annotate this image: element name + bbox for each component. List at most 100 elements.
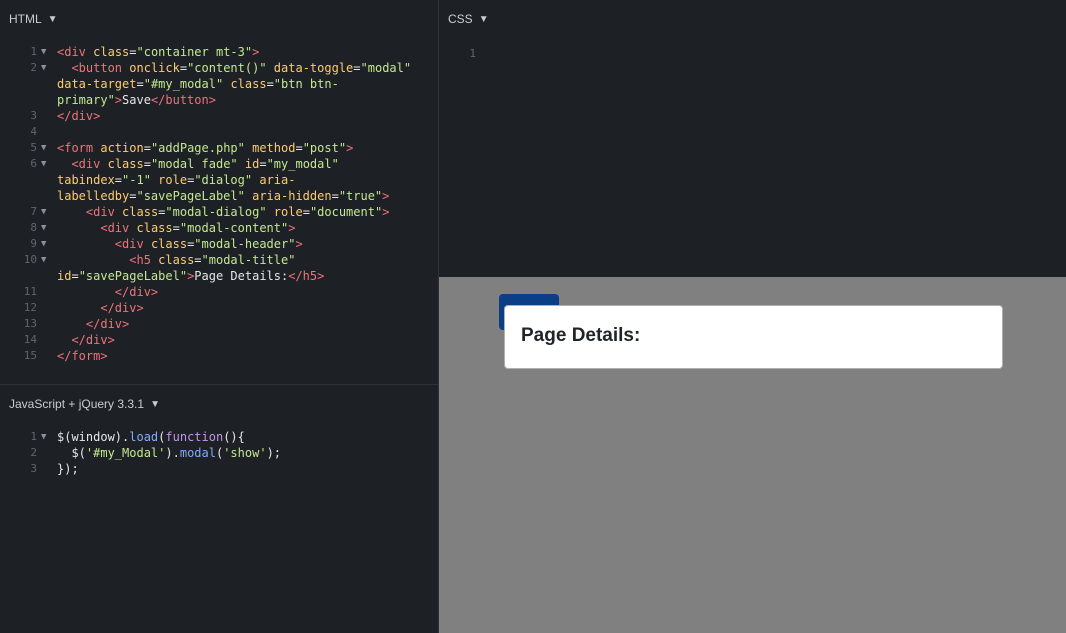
code-token: "my_modal" <box>266 157 339 171</box>
fold-arrow-icon[interactable]: ▼ <box>41 44 57 60</box>
code-line[interactable]: 8 ▼ <div class="modal-content"> <box>0 220 438 236</box>
fold-arrow-icon <box>41 108 57 124</box>
line-number: 3 <box>30 109 37 122</box>
js-panel-header[interactable]: JavaScript + jQuery 3.3.1 ▼ <box>0 385 438 423</box>
code-line[interactable]: 3 </div> <box>0 108 438 124</box>
fold-arrow-icon[interactable]: ▼ <box>41 60 57 76</box>
code-line[interactable]: 1 ▼ <div class="container mt-3"> <box>0 44 438 60</box>
code-line[interactable]: 6 ▼ <div class="modal fade" id="my_modal" <box>0 156 438 172</box>
code-line[interactable]: 11 </div> <box>0 284 438 300</box>
caret-down-icon[interactable]: ▼ <box>48 14 58 25</box>
code-token: > <box>114 93 123 107</box>
code-line[interactable]: data-target="#my_modal" class="btn btn- <box>0 76 438 92</box>
line-number: 14 <box>23 333 37 346</box>
js-panel-title: JavaScript + jQuery 3.3.1 <box>9 397 145 411</box>
code-line[interactable]: 9 ▼ <div class="modal-header"> <box>0 236 438 252</box>
code-text: tabindex="-1" role="dialog" aria- <box>57 172 417 188</box>
code-line[interactable]: 15 </form> <box>0 348 438 364</box>
code-token: class <box>107 157 144 171</box>
line-number: 5 <box>30 141 37 154</box>
code-line[interactable]: 2 ▼ <button onclick="content()" data-togg… <box>0 60 438 76</box>
code-token: primary" <box>57 93 115 107</box>
code-token: > <box>288 221 296 235</box>
modal-dialog: Page Details: <box>504 305 1003 369</box>
code-token: class <box>136 221 173 235</box>
code-line[interactable]: 2 $('#my_Modal').modal('show'); <box>0 445 438 461</box>
caret-down-icon[interactable]: ▼ <box>150 399 160 410</box>
code-token: "modal-header" <box>194 237 296 251</box>
line-number: 1 <box>30 430 37 443</box>
css-panel-header[interactable]: CSS ▼ <box>439 0 1066 38</box>
fold-arrow-icon[interactable]: ▼ <box>41 156 57 172</box>
code-text: </div> <box>57 108 417 124</box>
code-token: <div <box>100 221 130 235</box>
code-line[interactable]: primary">Save</button> <box>0 92 438 108</box>
css-code-editor[interactable]: 1 <box>439 46 1066 62</box>
code-token: data-toggle <box>273 61 354 75</box>
code-line[interactable]: labelledby="savePageLabel" aria-hidden="… <box>0 188 438 204</box>
line-number: 7 <box>30 205 37 218</box>
code-line[interactable]: 1 ▼ $(window).load(function(){ <box>0 429 438 445</box>
code-token: > <box>295 237 303 251</box>
code-text: </div> <box>57 316 417 332</box>
code-line[interactable]: 1 <box>439 46 1066 62</box>
code-token: class <box>150 237 188 251</box>
fold-arrow-icon <box>41 300 57 316</box>
code-token: action <box>100 141 144 155</box>
code-token: "modal-title" <box>201 253 296 267</box>
code-token: </div> <box>57 109 101 123</box>
modal-title: Page Details: <box>521 325 641 346</box>
code-line[interactable]: 14 </div> <box>0 332 438 348</box>
line-number <box>0 188 41 204</box>
line-number: 10 <box>23 253 37 266</box>
fold-arrow-icon <box>41 76 57 92</box>
code-token: onclick <box>129 61 180 75</box>
html-panel-header[interactable]: HTML ▼ <box>0 0 438 38</box>
fold-arrow-icon[interactable]: ▼ <box>41 236 57 252</box>
line-number: 13 <box>23 317 37 330</box>
code-token: role <box>158 173 188 187</box>
js-code-editor[interactable]: 1 ▼ $(window).load(function(){2 $('#my_Mod… <box>0 429 438 477</box>
code-text: <div class="modal fade" id="my_modal" <box>57 156 417 172</box>
code-line[interactable]: 10 ▼ <h5 class="modal-title" <box>0 252 438 268</box>
code-token: = <box>179 61 188 75</box>
code-token: "dialog" <box>194 173 253 187</box>
fold-arrow-icon[interactable]: ▼ <box>41 204 57 220</box>
code-text: </div> <box>57 332 417 348</box>
line-number: 4 <box>30 125 37 138</box>
code-line[interactable]: 7 ▼ <div class="modal-dialog" role="docum… <box>0 204 438 220</box>
code-token: <div <box>57 45 86 59</box>
code-token: </div> <box>85 317 130 331</box>
fold-arrow-icon[interactable]: ▼ <box>41 220 57 236</box>
code-line[interactable]: 12 </div> <box>0 300 438 316</box>
fold-arrow-icon[interactable]: ▼ <box>41 252 57 268</box>
line-number <box>0 268 41 284</box>
code-token: <div <box>85 205 115 219</box>
code-token: "modal-dialog" <box>165 205 267 219</box>
code-line[interactable]: tabindex="-1" role="dialog" aria- <box>0 172 438 188</box>
fold-arrow-icon[interactable]: ▼ <box>41 429 57 445</box>
code-text: <form action="addPage.php" method="post"… <box>57 140 417 156</box>
code-token: </form> <box>57 349 108 363</box>
caret-down-icon[interactable]: ▼ <box>479 14 489 25</box>
code-line[interactable]: id="savePageLabel">Page Details:</h5> <box>0 268 438 284</box>
code-token: $(window). <box>57 430 130 444</box>
line-number: 2 <box>30 61 37 74</box>
html-code-editor[interactable]: 1 ▼ <div class="container mt-3"> 2 ▼ <button… <box>0 44 438 364</box>
code-line[interactable]: 13 </div> <box>0 316 438 332</box>
html-editor-panel: HTML ▼ 1 ▼ <div class="container mt-3"> 2 ▼ … <box>0 0 438 384</box>
code-text: primary">Save</button> <box>57 92 417 108</box>
fold-arrow-icon <box>41 332 57 348</box>
code-token: = <box>331 189 339 203</box>
line-number: 8 <box>30 221 37 234</box>
code-token: modal <box>179 446 216 460</box>
fold-arrow-icon[interactable]: ▼ <box>41 140 57 156</box>
code-line[interactable]: 3}); <box>0 461 438 477</box>
code-line[interactable]: 5 ▼ <form action="addPage.php" method="pos… <box>0 140 438 156</box>
line-number: 3 <box>30 462 37 475</box>
code-token: $( <box>57 446 86 460</box>
code-line[interactable]: 4 <box>0 124 438 140</box>
